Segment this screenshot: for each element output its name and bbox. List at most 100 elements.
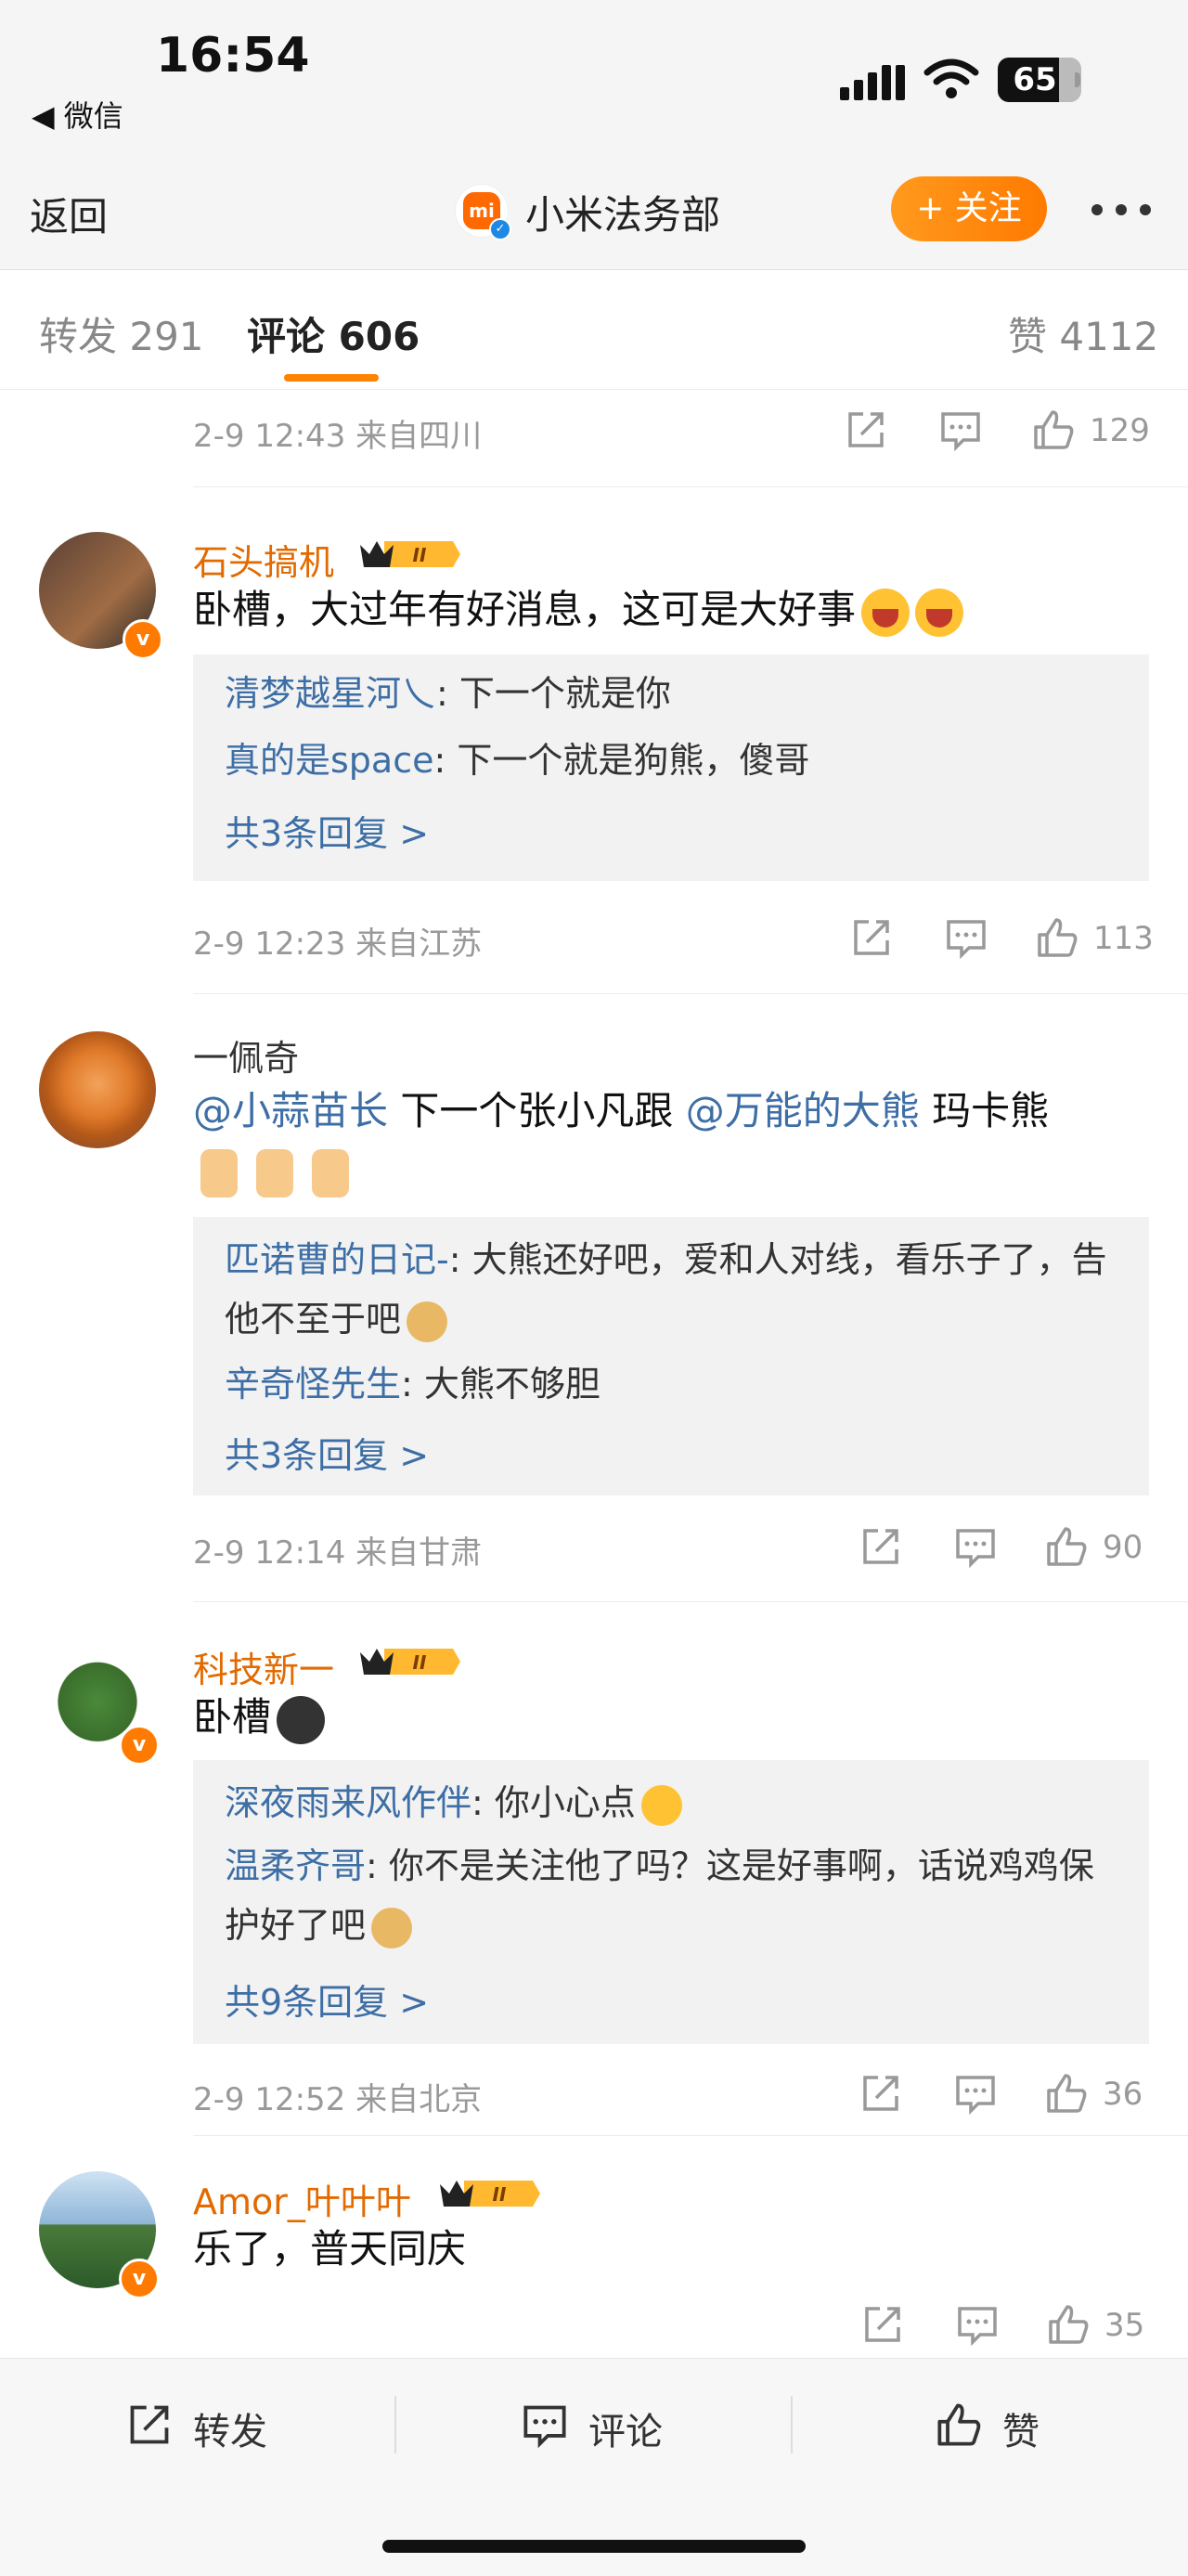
bottom-comment-button[interactable]: 评论 — [522, 2398, 707, 2453]
avatar[interactable] — [39, 1031, 156, 1148]
repost-icon[interactable] — [859, 1525, 902, 1572]
tab-like[interactable]: 赞 4112 — [1008, 305, 1158, 362]
comment-meta-row: 2-9 12:43 来自四川 129 — [0, 390, 1188, 473]
username[interactable]: 石头搞机 — [193, 534, 334, 585]
reply-username[interactable]: 清梦越星河乀 — [225, 673, 436, 714]
account-logo[interactable]: mi ✓ — [455, 184, 511, 240]
bottom-repost-button[interactable]: 转发 — [126, 2398, 312, 2453]
verified-badge-icon: v — [123, 619, 163, 660]
comment-icon[interactable] — [954, 2072, 997, 2118]
like-count: 129 — [1090, 412, 1150, 449]
divider — [791, 2396, 793, 2453]
thumbs-up-emoji-icon — [256, 1148, 293, 1197]
reply-box[interactable]: 清梦越星河乀: 下一个就是你 真的是space: 下一个就是狗熊，傻哥 共3条回… — [193, 654, 1149, 881]
reply-username[interactable]: 辛奇怪先生 — [225, 1364, 401, 1405]
comment-feed[interactable]: 2-9 12:43 来自四川 129 v 石头搞机 II 卧槽，大过年有好消息，… — [0, 390, 1188, 2358]
comment-icon[interactable] — [939, 408, 982, 455]
reply-item: 温柔齐哥: 你不是关注他了吗？这是好事啊，话说鸡鸡保护好了吧 — [225, 1836, 1125, 1955]
follow-button[interactable]: + 关注 — [891, 176, 1047, 241]
more-replies-link[interactable]: 共9条回复 > — [225, 1974, 429, 2025]
reply-username[interactable]: 深夜雨来风作伴 — [225, 1782, 471, 1823]
status-bar: 16:54 ◀ 微信 65 — [0, 0, 1188, 158]
divider — [193, 1601, 1188, 1602]
reply-text: : 你小心点 — [471, 1782, 636, 1823]
like-button[interactable]: 129 — [1032, 408, 1150, 455]
more-options-icon[interactable] — [1084, 186, 1158, 232]
repost-icon[interactable] — [859, 2072, 902, 2118]
badge-level: II — [413, 1651, 427, 1674]
reply-username[interactable]: 真的是space — [225, 740, 433, 781]
badge-level: II — [493, 2183, 507, 2206]
laugh-emoji-icon — [861, 588, 910, 637]
tab-comment[interactable]: 评论 606 — [247, 305, 420, 362]
yum-emoji-icon — [640, 1784, 682, 1826]
comment-meta: 2-9 12:52 来自北京 — [193, 2081, 483, 2118]
comment-icon[interactable] — [945, 916, 988, 963]
divider — [193, 486, 1188, 487]
wifi-icon — [923, 58, 979, 98]
mention-link[interactable]: @万能的大熊 — [686, 1088, 920, 1133]
comment-body: 卧槽，大过年有好消息，这可是大好事 — [193, 587, 857, 632]
reply-username[interactable]: 温柔齐哥 — [225, 1845, 366, 1886]
bottom-like-button[interactable]: 赞 — [936, 2398, 1084, 2453]
comment-meta-row: 2-9 12:14 来自甘肃 90 — [0, 1507, 1188, 1590]
back-button[interactable]: 返回 — [30, 186, 108, 242]
comment-body: 卧槽 — [193, 1694, 272, 1740]
reply-box[interactable]: 匹诺曹的日记-: 大熊还好吧，爱和人对线，看乐子了，告他不至于吧 辛奇怪先生: … — [193, 1217, 1149, 1495]
reply-text: : 下一个就是你 — [436, 673, 671, 714]
doge-emoji-icon — [407, 1301, 448, 1342]
back-to-wechat[interactable]: ◀ 微信 — [32, 93, 123, 136]
repost-icon[interactable] — [861, 2303, 904, 2349]
tab-repost[interactable]: 转发 291 — [39, 305, 204, 362]
like-icon — [937, 2403, 981, 2446]
like-button[interactable]: 35 — [1047, 2303, 1144, 2349]
cellular-signal-icon — [840, 65, 905, 100]
repost-icon[interactable] — [850, 916, 893, 963]
bottom-repost-label: 转发 — [193, 2411, 267, 2453]
laugh-emoji-icon — [915, 588, 964, 637]
comment-text: 卧槽，大过年有好消息，这可是大好事 — [193, 580, 1130, 640]
crown-badge-icon: II — [440, 2181, 540, 2207]
mention-link[interactable]: @小蒜苗长 — [193, 1088, 388, 1133]
divider — [394, 2396, 396, 2453]
reply-username[interactable]: 匹诺曹的日记- — [225, 1239, 449, 1280]
username[interactable]: Amor_叶叶叶 — [193, 2173, 411, 2224]
bottom-action-bar: 转发 评论 赞 — [0, 2358, 1188, 2576]
sweat-emoji-icon — [277, 1695, 326, 1744]
reply-item: 清梦越星河乀: 下一个就是你 — [225, 664, 1125, 723]
bottom-like-label: 赞 — [1002, 2411, 1040, 2453]
reply-item: 真的是space: 下一个就是狗熊，傻哥 — [225, 731, 1125, 790]
comment-meta-row: 2-9 12:52 来自北京 36 — [0, 2053, 1188, 2137]
repost-icon — [130, 2405, 169, 2444]
crown-badge-icon: II — [360, 1649, 460, 1675]
comment-text: 卧槽 — [193, 1688, 1130, 1747]
badge-level: II — [413, 544, 427, 566]
bottom-comment-label: 评论 — [588, 2411, 663, 2453]
repost-icon[interactable] — [845, 408, 887, 455]
comment-body: 乐了，普天同庆 — [193, 2226, 467, 2272]
reply-item: 匹诺曹的日记-: 大熊还好吧，爱和人对线，看乐子了，告他不至于吧 — [225, 1230, 1125, 1349]
clock: 16:54 — [156, 28, 310, 84]
account-title[interactable]: 小米法务部 — [525, 184, 720, 240]
like-count: 35 — [1104, 2307, 1145, 2344]
more-replies-link[interactable]: 共3条回复 > — [225, 805, 429, 856]
comment-text: @小蒜苗长 下一个张小凡跟 @万能的大熊 玛卡熊 — [193, 1081, 1130, 1200]
reply-box[interactable]: 深夜雨来风作伴: 你小心点 温柔齐哥: 你不是关注他了吗？这是好事啊，话说鸡鸡保… — [193, 1760, 1149, 2044]
username[interactable]: 科技新一 — [193, 1641, 334, 1692]
like-button[interactable]: 113 — [1036, 916, 1154, 963]
thumbs-up-emoji-icon — [200, 1148, 238, 1197]
doge-emoji-icon — [371, 1907, 413, 1948]
like-button[interactable]: 36 — [1045, 2072, 1143, 2118]
like-count: 113 — [1093, 920, 1154, 957]
home-indicator[interactable] — [382, 2540, 806, 2553]
username[interactable]: 一佩奇 — [193, 1029, 299, 1081]
more-replies-link[interactable]: 共3条回复 > — [225, 1427, 429, 1478]
comment-text: 乐了，普天同庆 — [193, 2220, 1130, 2279]
comment-meta-row: 2-9 12:23 来自江苏 113 — [0, 898, 1188, 981]
like-button[interactable]: 90 — [1045, 1525, 1143, 1572]
battery-icon: 65 — [998, 58, 1081, 102]
reply-text: : 下一个就是狗熊，傻哥 — [433, 740, 810, 781]
comment-icon[interactable] — [954, 1525, 997, 1572]
comment-icon[interactable] — [956, 2303, 999, 2349]
nav-bar: 返回 mi ✓ 小米法务部 + 关注 — [0, 158, 1188, 270]
